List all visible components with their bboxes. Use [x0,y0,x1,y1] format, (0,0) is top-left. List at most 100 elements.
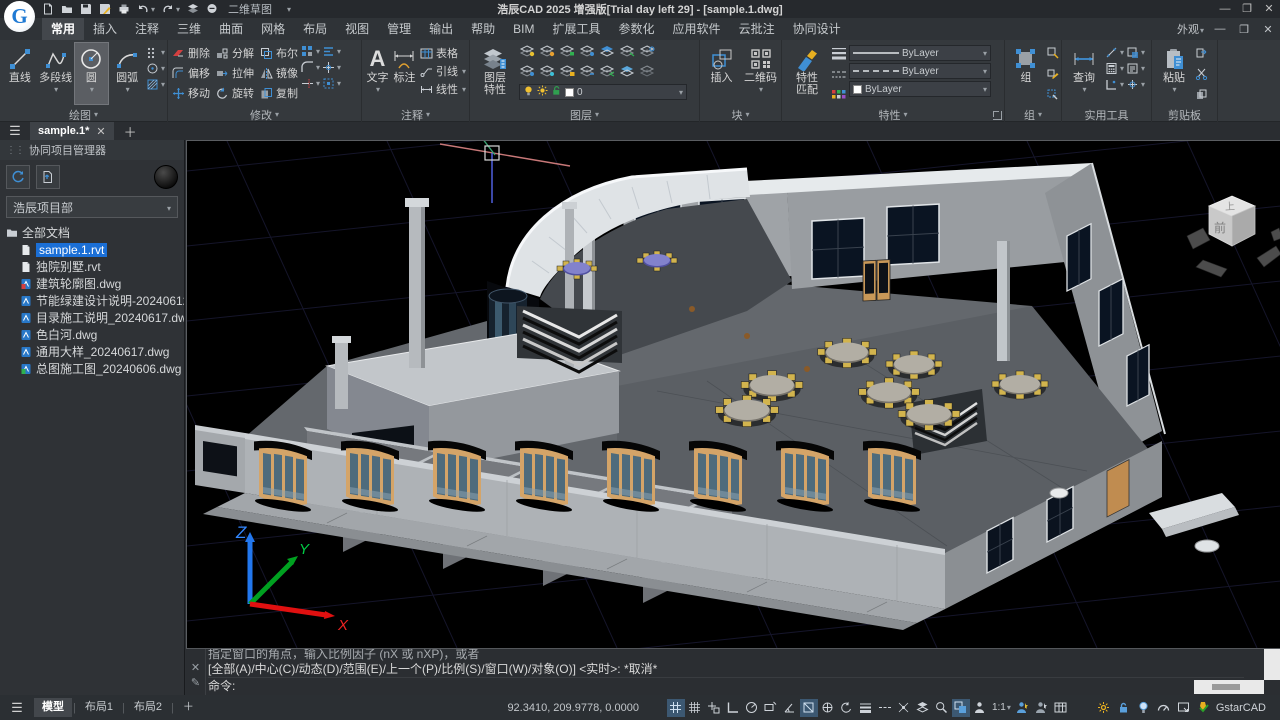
close-tab-icon[interactable]: ✕ [96,125,105,138]
circle-button[interactable]: 圆 [75,43,109,104]
sidebar-menu-icon[interactable]: ☰ [0,123,30,139]
select-similar-button[interactable] [322,77,341,90]
lock-icon[interactable] [1116,699,1132,717]
open-file-button[interactable] [61,3,73,15]
tab-insert[interactable]: 插入 [84,18,126,40]
file-item[interactable]: 色白河.dwg [6,326,184,343]
color-dropdown[interactable]: ByLayer [849,81,991,97]
trim-tool-button[interactable] [301,77,320,90]
performance-gauge-icon[interactable] [1156,699,1172,717]
sync-button[interactable] [6,165,30,189]
command-line-panel[interactable]: ✕ ✎ 指定窗口的角点，输入比例因子 (nX 或 nXP)，或者 [全部(A)/… [186,648,1280,695]
linetype-dropdown[interactable]: ByLayer [849,63,991,79]
scale-tool-button[interactable] [322,61,341,74]
project-selector-dropdown[interactable]: 浩辰项目部 [6,196,178,218]
inquiry-button[interactable]: 查询 [1065,43,1103,104]
file-item[interactable]: 节能绿建设计说明-20240612.dwg [6,292,184,309]
tab-3d[interactable]: 三维 [168,18,210,40]
panel-label-properties[interactable]: 特性 [782,107,1004,122]
file-item[interactable]: 建筑轮廓图.dwg [6,275,184,292]
panel-label-draw[interactable]: 绘图 [0,107,167,122]
viewcube[interactable]: 上 前 [1187,196,1280,277]
save-as-button[interactable] [99,3,111,15]
license-badge-icon[interactable] [1196,699,1212,717]
layer-isolate-icon[interactable] [599,44,615,62]
explode-button[interactable]: 分解 [215,43,255,63]
dynamic-input-toggle[interactable] [762,699,780,717]
scrollbar-thumb[interactable] [1212,684,1240,690]
lineweight-dropdown[interactable]: ByLayer [849,45,991,61]
erase-button[interactable]: 删除 [171,43,211,63]
workspace-dropdown[interactable]: 二维草图 [228,1,348,17]
tab-manage[interactable]: 管理 [378,18,420,40]
new-document-tab-button[interactable]: ＋ [114,122,147,141]
point-style-icon[interactable] [1126,78,1145,91]
status-menu-icon[interactable]: ☰ [0,700,34,716]
cut-icon[interactable] [1195,67,1208,85]
tab-home[interactable]: 常用 [42,18,84,40]
rotate-button[interactable]: 旋转 [215,83,255,103]
settings-gear-icon[interactable] [1096,699,1112,717]
array-tool-button[interactable] [301,45,320,58]
panel-label-modify[interactable]: 修改 [168,107,361,122]
tab-view[interactable]: 视图 [336,18,378,40]
layer-off-icon[interactable] [519,64,535,82]
quick-properties-toggle[interactable] [1052,699,1070,717]
qrcode-button[interactable]: 二维码 [742,43,779,104]
tab-layout[interactable]: 布局 [294,18,336,40]
annotation-auto-toggle[interactable] [1014,699,1032,717]
group-select-icon[interactable] [1046,88,1059,106]
panel-label-clipboard[interactable]: 剪贴板 [1152,107,1217,122]
appearance-dropdown[interactable]: 外观 [1177,21,1204,37]
group-edit-icon[interactable] [1046,67,1059,85]
tab-collab-design[interactable]: 协同设计 [784,18,850,40]
panel-label-annotate[interactable]: 注释 [362,107,469,122]
linetype-icon[interactable] [831,68,847,86]
annotation-monitor-toggle[interactable] [1033,699,1051,717]
distance-tool-icon[interactable] [1105,46,1124,59]
offset-button[interactable]: 偏移 [171,63,211,83]
panel-label-block[interactable]: 块 [700,107,781,122]
object-snap-toggle[interactable] [800,699,818,717]
layer-dropdown[interactable]: 0 [519,84,687,100]
tab-parametric[interactable]: 参数化 [610,18,664,40]
layer-state-unlock-icon[interactable] [559,44,575,62]
ungroup-icon[interactable] [1046,46,1059,64]
paste-button[interactable]: 粘贴 [1155,43,1193,104]
lineweight-toggle[interactable] [857,699,875,717]
app-logo-icon[interactable]: G [4,1,35,32]
move-button[interactable]: 移动 [171,83,211,103]
copy-button[interactable]: 复制 [259,83,299,103]
bulb-icon[interactable] [1136,699,1152,717]
command-close-icon[interactable]: ✕ [191,661,200,676]
layer-state-plot-icon[interactable] [579,44,595,62]
hatch-tool-button[interactable] [146,78,165,91]
document-tab[interactable]: sample.1* ✕ [30,122,114,140]
print-button[interactable] [118,3,130,15]
annotation-visibility-toggle[interactable] [971,699,989,717]
tree-root-folder[interactable]: 全部文档 [6,224,184,241]
boolean-button[interactable]: 布尔 [259,43,299,63]
mirror-button[interactable]: 镜像 [259,63,299,83]
layer-state-thaw-icon[interactable] [539,44,555,62]
clean-screen-icon[interactable] [1176,699,1192,717]
point-tool-button[interactable] [146,46,165,59]
dimension-button[interactable]: 标注 [392,43,417,104]
file-item[interactable]: 通用大样_20240617.dwg [6,343,184,360]
tab-help[interactable]: 帮助 [462,18,504,40]
drawing-viewport[interactable]: Z Y X 上 前 [186,140,1280,648]
tab-mesh[interactable]: 网格 [252,18,294,40]
tab-apps[interactable]: 应用软件 [664,18,730,40]
minimize-button[interactable]: — [1214,0,1236,18]
tab-cloud-markup[interactable]: 云批注 [730,18,784,40]
stretch-button[interactable]: 拉伸 [215,63,255,83]
snap-mode-toggle[interactable] [705,699,723,717]
workspace-toggle[interactable] [952,699,970,717]
layer-match-icon[interactable] [579,64,595,82]
linear-dim-button[interactable]: 线性 [419,81,467,97]
insert-block-button[interactable]: 插入 [703,43,740,104]
doc-minimize-button[interactable]: — [1212,23,1228,35]
import-file-button[interactable] [36,165,60,189]
layer-visibility-toggle[interactable] [914,699,932,717]
file-item[interactable]: 总图施工图_20240606.dwg [6,360,184,377]
